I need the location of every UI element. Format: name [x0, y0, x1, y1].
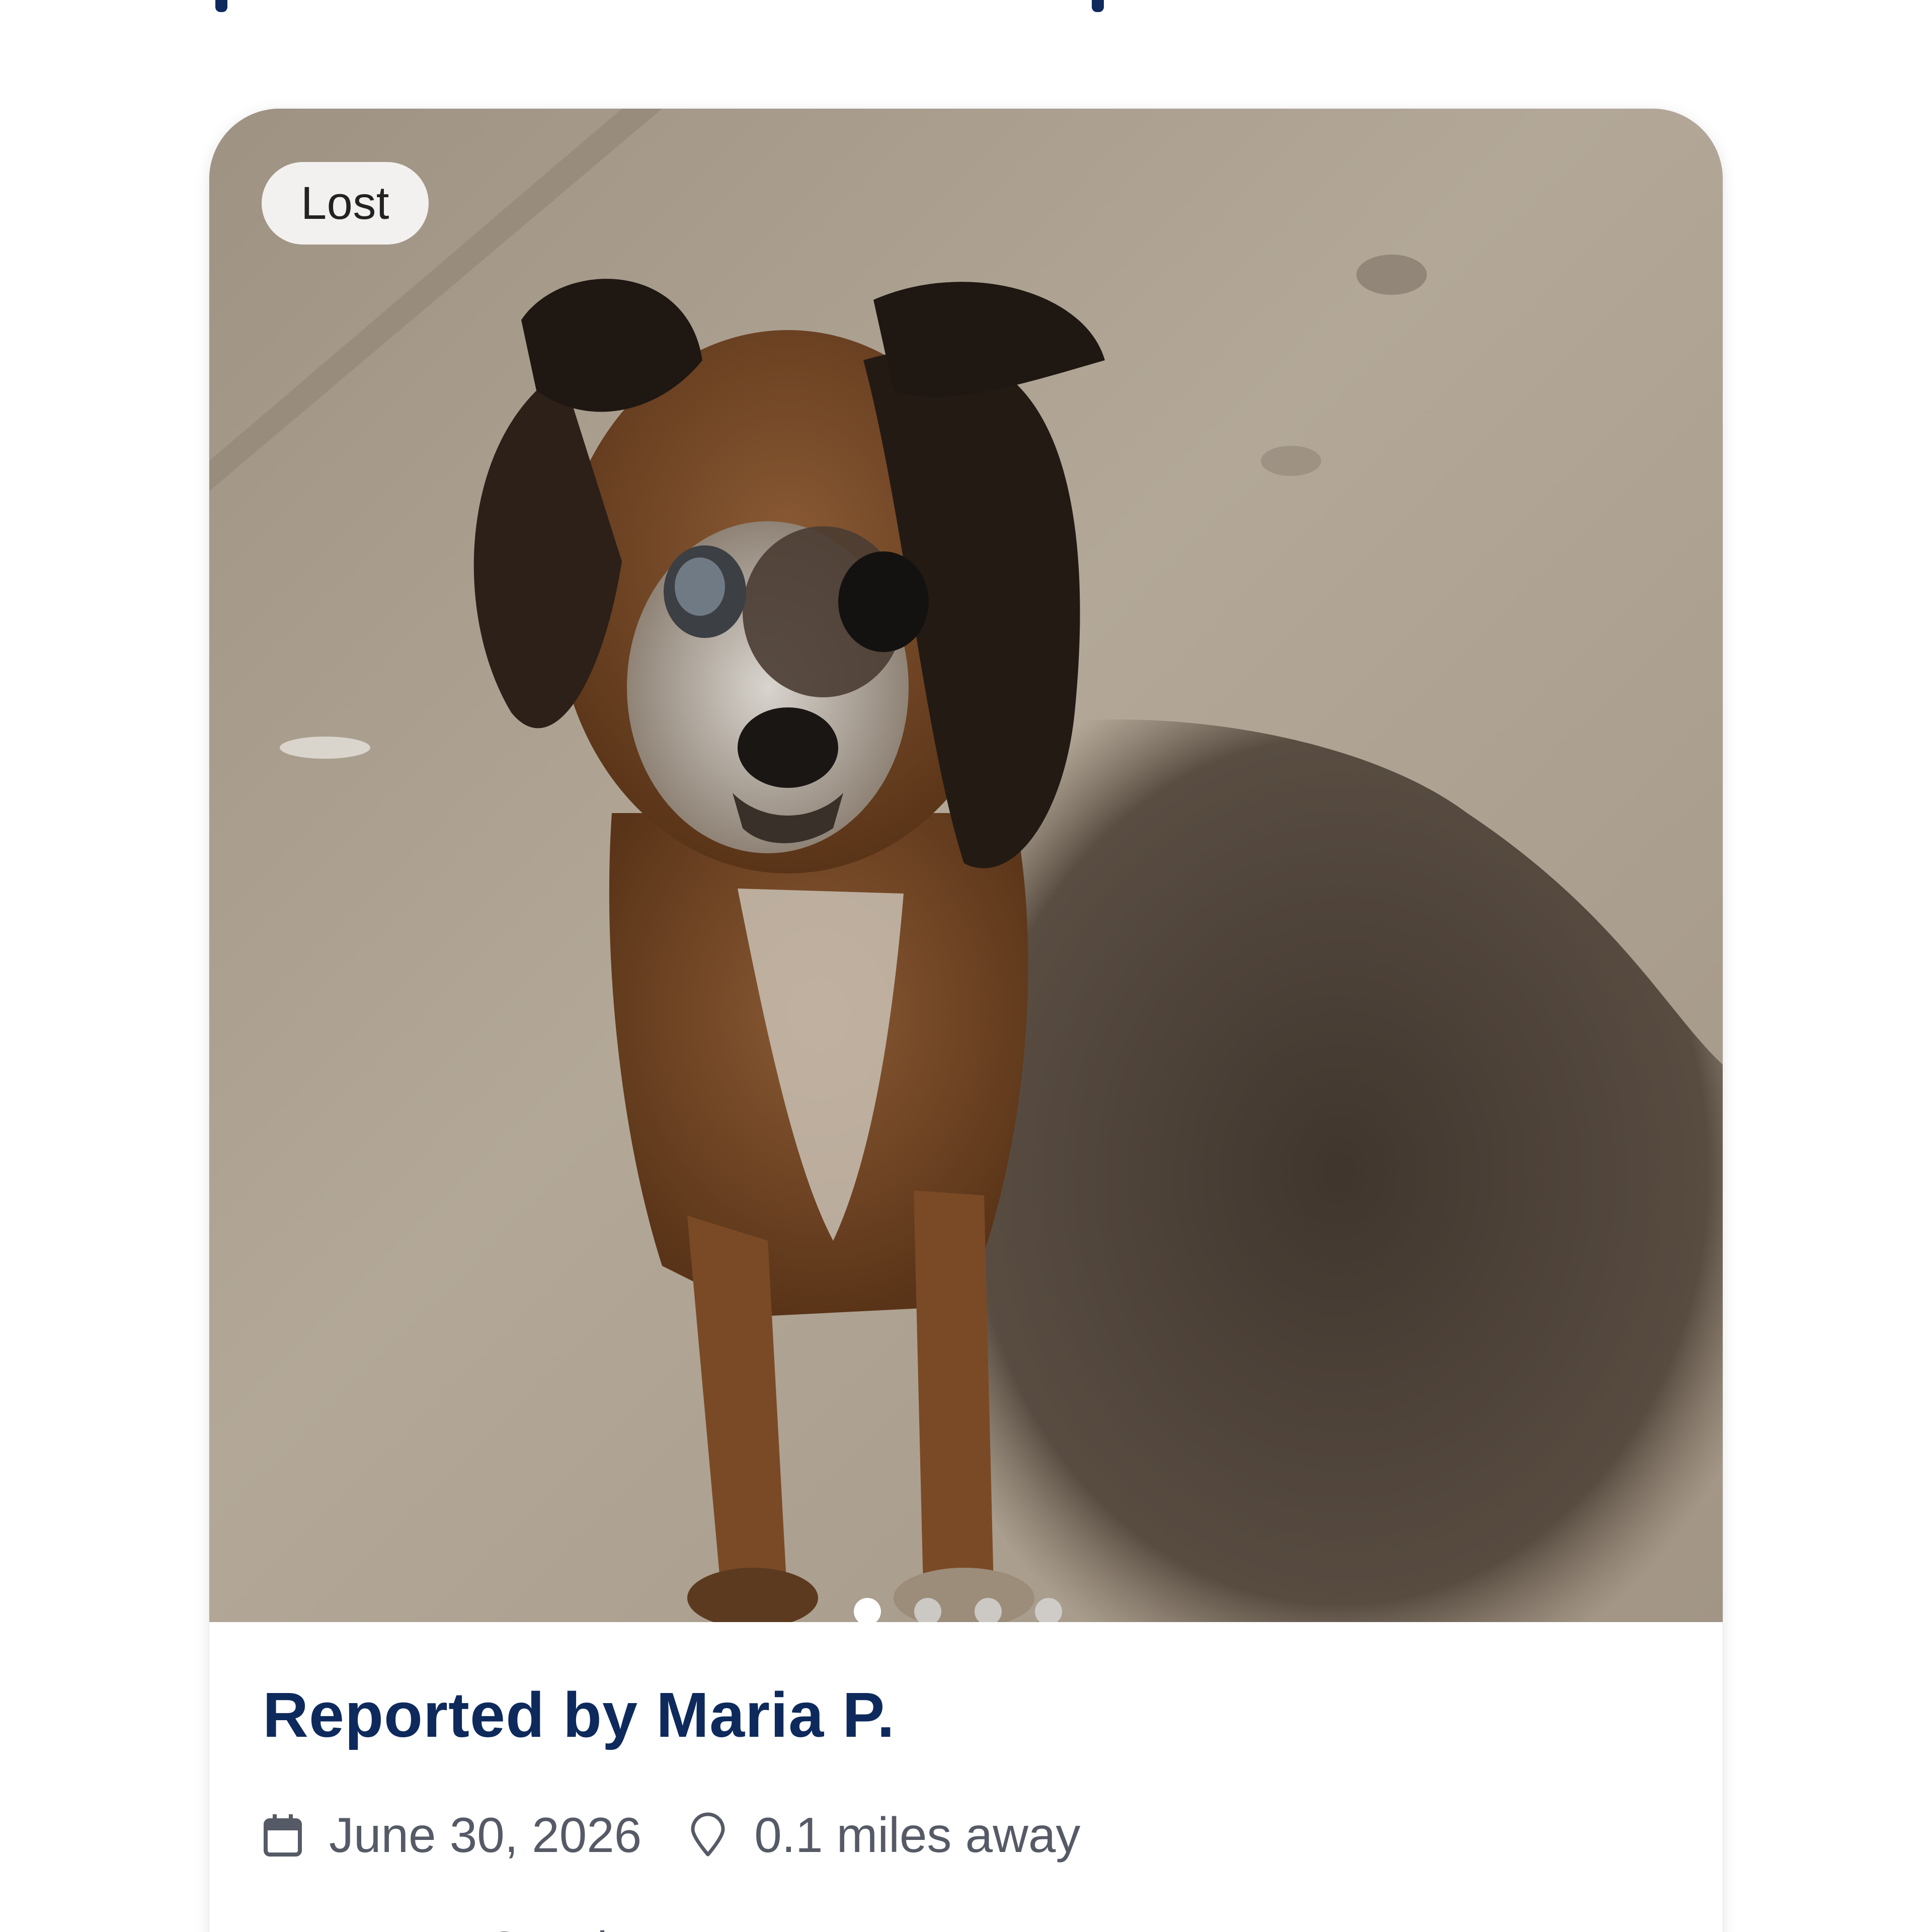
reported-by-title[interactable]: Reported by Maria P.	[263, 1683, 1669, 1747]
carousel-dot-active[interactable]	[854, 1598, 881, 1622]
location-pin-icon	[691, 1812, 725, 1857]
pet-name-text: Pet name: Canela	[263, 1925, 1669, 1932]
listing-details: Reported by Maria P. June 30, 2026 0.1 m…	[263, 1668, 1669, 1932]
pet-photo	[209, 109, 1723, 1622]
carousel-dot[interactable]	[914, 1598, 941, 1622]
page: Lost Reported by Maria P. June 30, 2026 …	[0, 0, 1932, 1932]
distance: 0.1 miles away	[688, 1810, 1080, 1860]
report-date-text: June 30, 2026	[329, 1807, 642, 1863]
carousel-dot[interactable]	[1035, 1598, 1062, 1622]
carousel-dot[interactable]	[975, 1598, 1002, 1622]
status-badge: Lost	[262, 162, 429, 245]
pet-listing-card[interactable]: Lost Reported by Maria P. June 30, 2026 …	[209, 109, 1723, 1932]
heading-fragment	[1092, 0, 1104, 12]
report-date: June 30, 2026	[263, 1810, 641, 1860]
calendar-icon	[264, 1814, 302, 1857]
pet-photo-carousel[interactable]: Lost	[209, 109, 1723, 1622]
heading-fragment	[215, 0, 227, 12]
listing-meta: June 30, 2026 0.1 miles away	[263, 1810, 1669, 1860]
distance-text: 0.1 miles away	[754, 1807, 1081, 1863]
carousel-indicator	[209, 1598, 1715, 1622]
